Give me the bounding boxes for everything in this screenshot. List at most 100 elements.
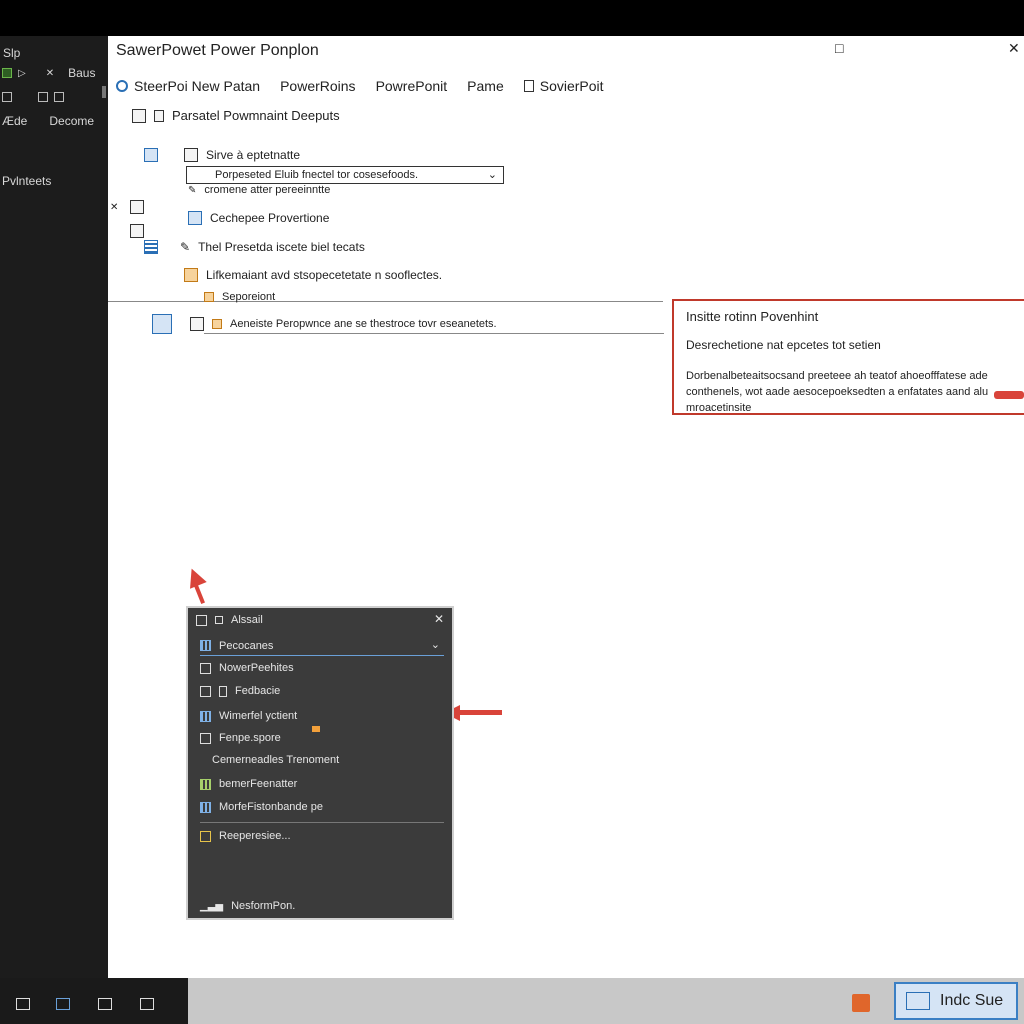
panel-item-3[interactable]: Wimerfel yctient [200,710,297,722]
layout-icon [152,314,172,334]
close-mini-icon: ✕ [110,201,119,213]
panel-item-7[interactable]: MorfeFistonbande pe [200,801,323,813]
taskbar-icon-3[interactable] [98,998,112,1010]
panel-item-2-label: Fedbacie [235,685,281,697]
brush-icon: ✎ [180,240,191,254]
sidebar-row-1[interactable]: ▷ ✕ Baus [2,66,95,80]
grid-icon [38,92,48,102]
tool-icon [2,92,12,102]
table-icon [200,710,211,722]
gear-icon [215,616,223,624]
list-icon [130,224,144,238]
panel-item-2[interactable]: Fedbacie [200,685,280,697]
panel-title: Alssail [231,614,263,626]
sidebar-row-1-label: Baus [68,66,96,80]
ribbon-item-2-label: PowerRoins [280,78,356,94]
taskbar-icon-1[interactable] [16,998,30,1010]
sidebar-section-label: Pvlnteets [2,174,52,188]
star-icon [200,830,211,842]
sidebar-row-2-icons[interactable] [2,92,64,102]
chart-icon [200,662,211,674]
panel-bottom-item[interactable]: ▁▃▅ NesformPon. [200,900,295,912]
divider-2 [204,333,664,334]
sidebar-section[interactable]: Pvlnteets [2,174,51,188]
item-1-row[interactable]: Sirve à eptetnatte [144,148,300,162]
panel-divider [200,822,444,823]
ribbon-item-1-label: SteerPoi New Patan [134,78,261,94]
item-1-subtext-row: ✎ cromene atter pereeinntte [188,184,330,196]
item-2-row-icons: ✕ [110,200,145,214]
picture-icon [190,317,204,331]
item-5-row[interactable]: Seporeiont [204,291,275,303]
panel-item-1[interactable]: NowerPeehites [200,662,294,674]
taskbar-active-label: Indc Sue [940,992,1004,1009]
sidebar-row-2-label-2: Decome [49,114,95,128]
arrow-up-tail [193,582,205,604]
chart-small-icon [212,319,222,329]
panel-select-value: Pecocanes [219,639,274,652]
table-icon [144,240,158,254]
item-5-label: Seporeiont [222,291,276,303]
square-icon [130,200,145,214]
header-row[interactable]: Parsatel Powmnaint Deeputs [132,108,340,123]
ribbon-item-4[interactable]: Pame [467,78,504,94]
format-dropdown[interactable]: Porpeseted Eluib fnectel tor cosesefoods… [186,166,504,184]
pages-icon [132,108,146,123]
ribbon-item-1[interactable]: SteerPoi New Patan [116,78,260,94]
panel-item-5-label: Cemerneadles Trenoment [212,754,340,766]
item-4-row[interactable]: Lifkemaiant avd stsopecetetate n sooflec… [184,268,442,282]
slide-icon [188,211,202,225]
play-icon: ▷ [18,67,26,79]
app-icon [2,68,12,78]
panel-bottom-label: NesformPon. [231,900,296,912]
grid-icon-2 [54,92,64,102]
chevron-down-icon: ⌄ [430,639,440,651]
panel-item-4[interactable]: Fenpe.spore [200,732,281,744]
item-2-row[interactable]: Cechepee Provertione [188,211,329,225]
item-6-label: Aeneiste Peropwnce ane se thestroce tovr… [230,318,497,330]
sidebar-scrollbar[interactable] [102,86,106,98]
grid-small-icon [184,148,198,162]
item-3-row[interactable]: ✎ Thel Presetda iscete biel tecats [144,240,365,254]
taskbar-icon-4[interactable] [140,998,154,1010]
panel-item-6[interactable]: bemerFeenatter [200,778,297,790]
ribbon-item-2[interactable]: PowerRoins [280,78,355,94]
list-icon [200,640,211,651]
panel-footer-item[interactable]: Reeperesiee... [200,830,291,842]
dark-panel: Alssail ✕ Pecocanes ⌄ NowerPeehites Fedb… [186,606,454,920]
info-callout: Insitte rotinn Povenhint Desrechetione n… [672,299,1024,415]
office-icon[interactable] [852,994,870,1012]
item-6-row[interactable]: Aeneiste Peropwnce ane se thestroce tovr… [152,314,497,334]
grid-icon [200,732,211,744]
item-3-label: Thel Presetda iscete biel tecats [198,240,365,254]
taskbar: Indc Sue [0,978,1024,1024]
ribbon-item-3[interactable]: PowrePonit [376,78,448,94]
sidebar-row-2-labels[interactable]: Æde Decome [2,114,94,128]
ribbon-item-4-label: Pame [467,78,504,94]
maximize-button[interactable]: □ [835,40,843,56]
sheet-icon [200,778,211,790]
taskbar-icon-2[interactable] [56,998,70,1010]
panel-close-button[interactable]: ✕ [434,612,444,626]
dropdown-value: Porpeseted Eluib fnectel tor cosesefoods… [215,169,419,181]
close-small-icon: ✕ [45,67,55,79]
window-icon [196,614,207,626]
item-1-label: Sirve à eptetnatte [206,148,301,162]
paint-icon [144,148,158,162]
panel-item-7-label: MorfeFistonbande pe [219,801,323,813]
close-button[interactable]: ✕ [1008,40,1020,57]
ribbon-item-5[interactable]: SovierPoit [523,78,604,94]
panel-footer-label: Reeperesiee... [219,830,291,842]
info-body: Dorbenalbeteaitsocsand preeteee ah teato… [686,370,989,414]
sidebar: Slp ▷ ✕ Baus Æde Decome Pvlnteets [0,36,108,978]
highlight-icon [312,726,320,732]
taskbar-active-app[interactable]: Indc Sue [894,982,1018,1020]
window-title: SawerPowet Power Ponplon [116,42,319,59]
ribbon-item-5-label: SovierPoit [539,78,604,94]
panel-item-5[interactable]: Cemerneadles Trenoment [200,754,339,766]
small-chart-icon [204,292,214,302]
panel-select[interactable]: Pecocanes ⌄ [200,636,444,656]
globe-icon [116,80,128,92]
signal-icon: ▁▃▅ [200,900,224,912]
chart-icon [184,268,198,282]
